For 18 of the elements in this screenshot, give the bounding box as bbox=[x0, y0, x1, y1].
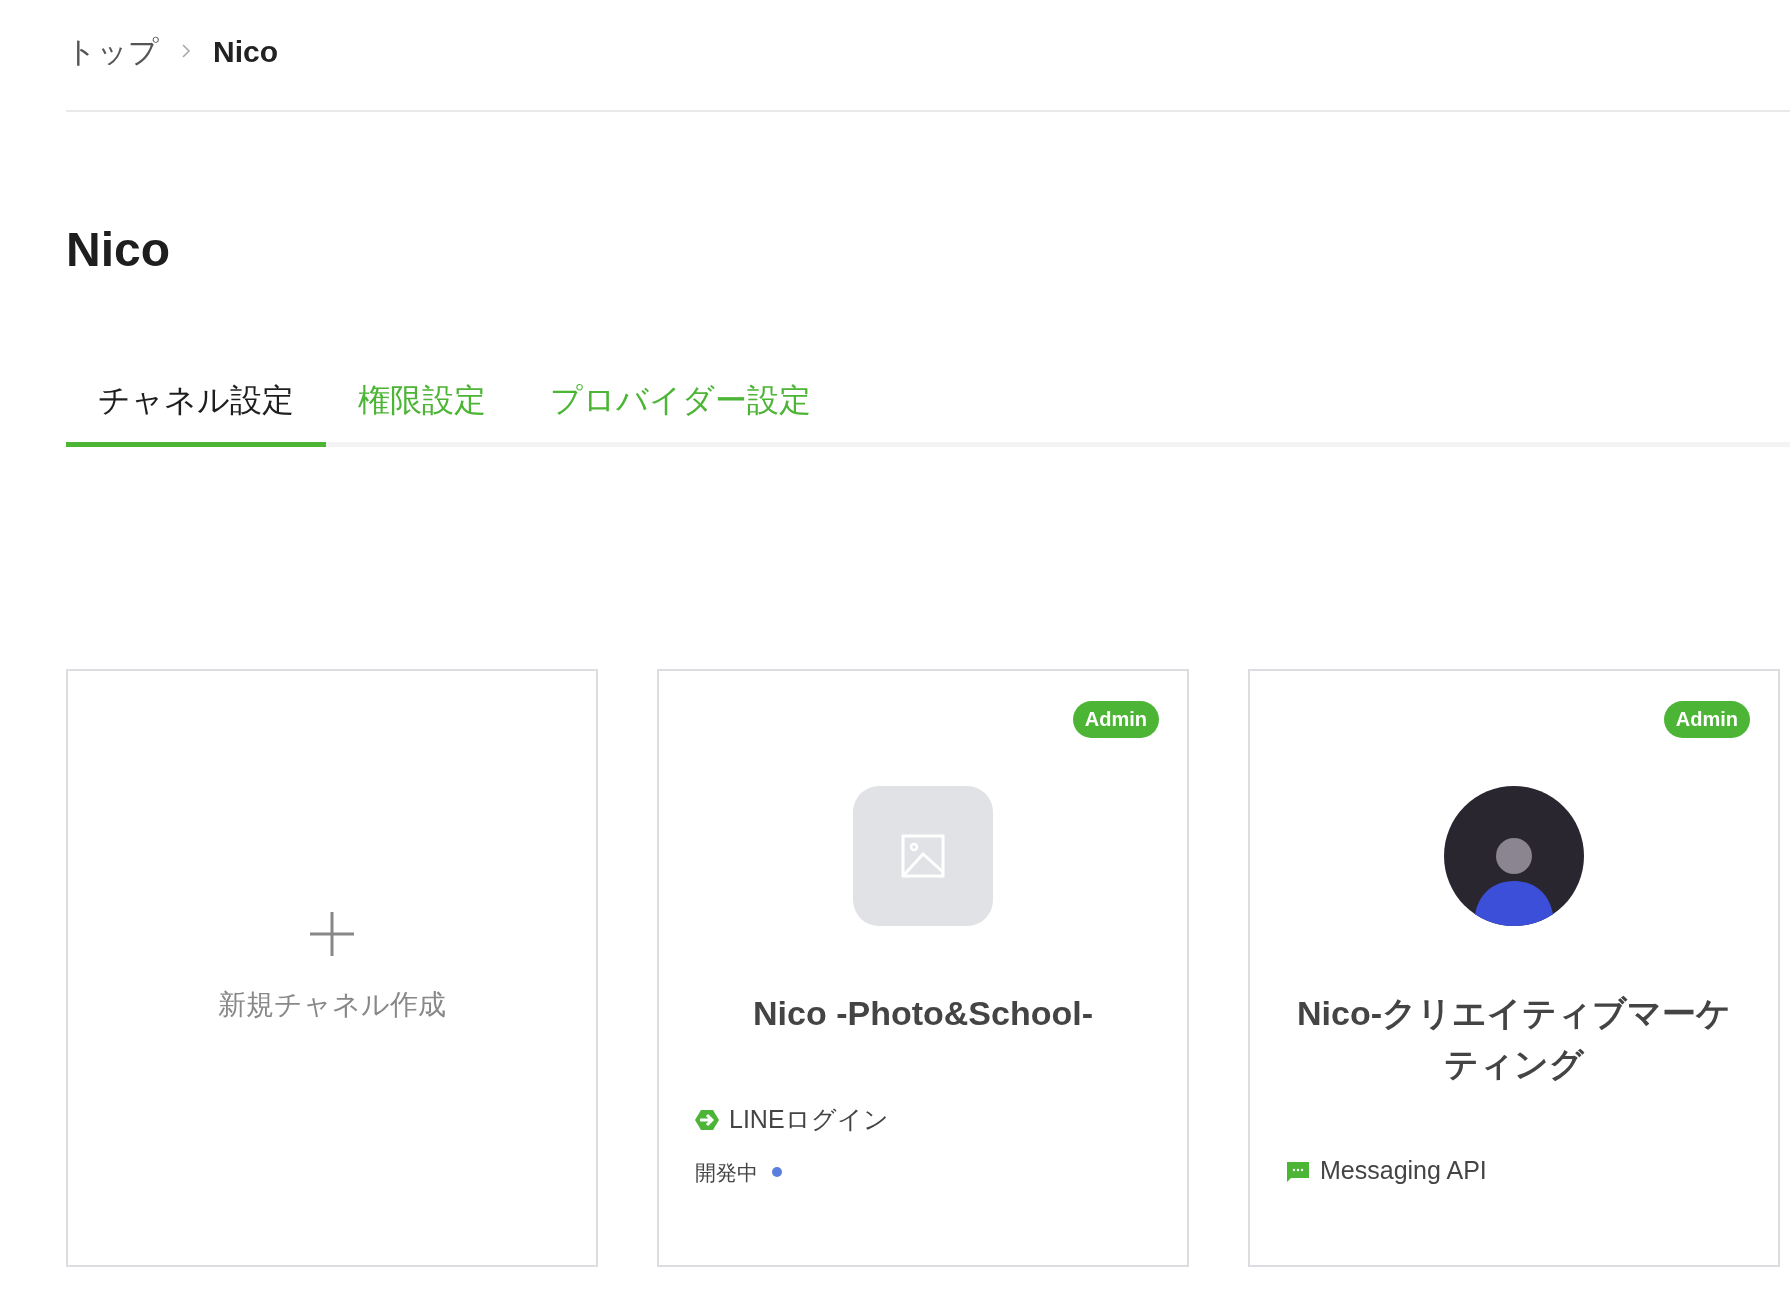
new-channel-card[interactable]: 新規チャネル作成 bbox=[66, 669, 598, 1267]
breadcrumb-link[interactable]: トップ bbox=[66, 28, 159, 74]
admin-badge: Admin bbox=[1663, 701, 1750, 738]
admin-badge: Admin bbox=[1072, 701, 1159, 738]
status-label: 開発中 bbox=[695, 1159, 758, 1186]
channel-name: Nico -Photo&School- bbox=[753, 993, 1093, 1034]
channel-type: LINEログイン bbox=[729, 1104, 889, 1135]
page-title: Nico bbox=[66, 226, 171, 274]
breadcrumb-current: Nico bbox=[213, 33, 278, 70]
channel-type: Messaging API bbox=[1320, 1155, 1487, 1186]
tab[interactable]: チャネル設定 bbox=[66, 376, 326, 447]
plus-icon bbox=[308, 910, 356, 958]
arrow-icon bbox=[695, 1107, 719, 1132]
channel-card[interactable]: Admin Nico-クリエイティブマーケティング Messaging API bbox=[1248, 669, 1780, 1267]
image-icon bbox=[901, 834, 945, 878]
channel-name: Nico-クリエイティブマーケティング bbox=[1296, 993, 1732, 1085]
channel-card[interactable]: Admin Nico -Photo&School- LINEログイン 開発中 bbox=[657, 669, 1189, 1267]
chevron-right-icon bbox=[181, 43, 191, 59]
